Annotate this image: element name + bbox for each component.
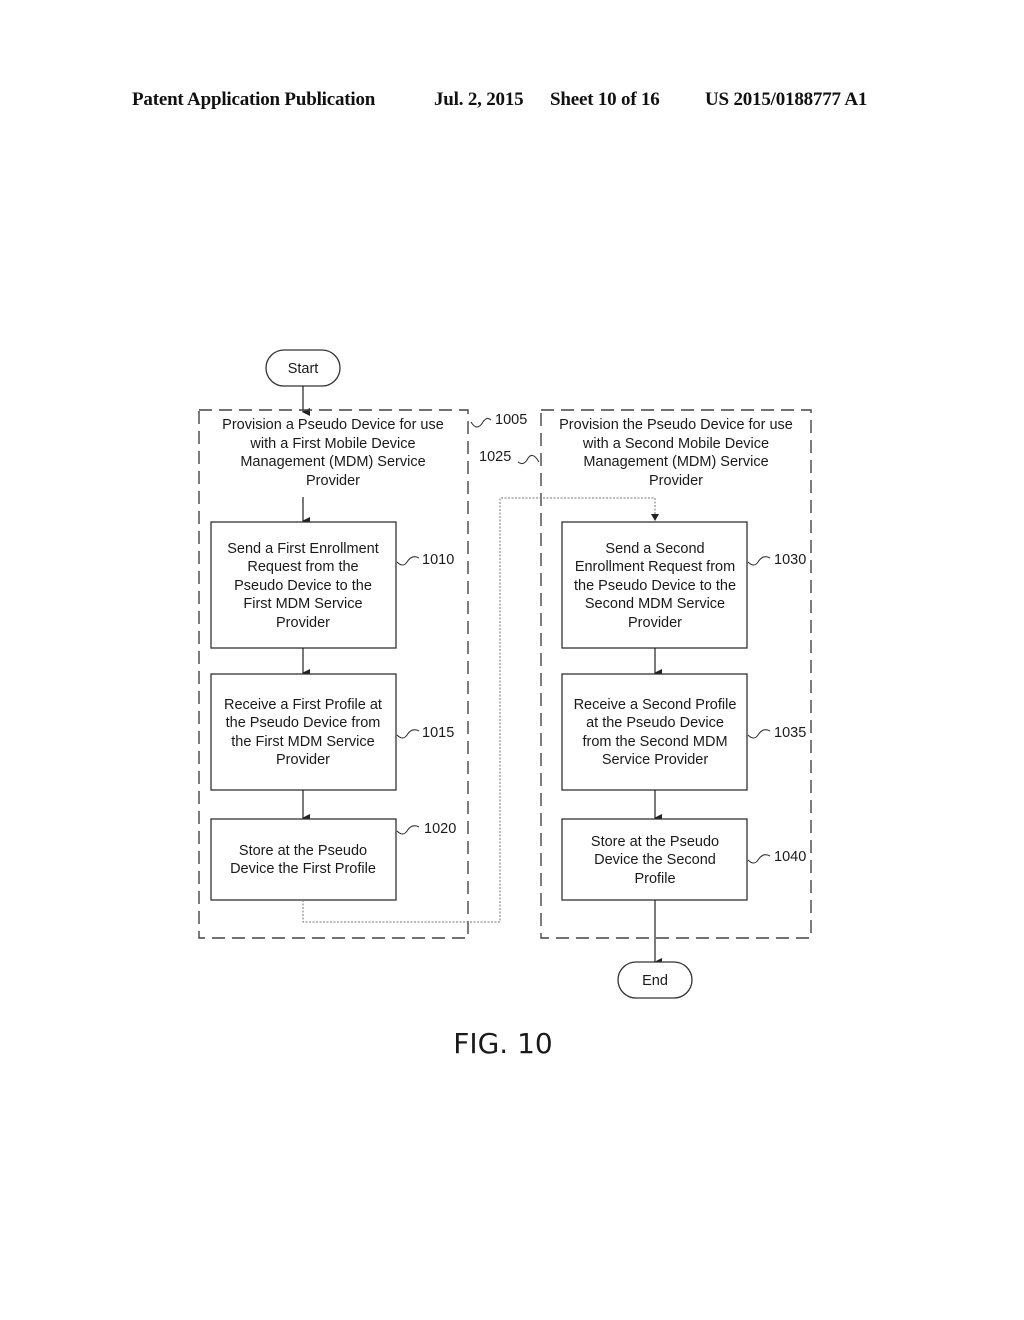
arrowhead-icon [651, 514, 659, 521]
svg-text:Profile: Profile [634, 871, 675, 887]
svg-text:Provider: Provider [306, 473, 360, 489]
svg-text:1020: 1020 [424, 821, 456, 837]
svg-text:Send a Second: Send a Second [605, 541, 704, 557]
svg-text:Pseudo Device to the: Pseudo Device to the [234, 578, 372, 594]
ref-1040: 1040 [747, 849, 806, 865]
svg-text:Provider: Provider [276, 752, 330, 768]
start-terminal: Start [265, 349, 341, 387]
flowchart: Start Provision a Pseudo Device for use … [198, 349, 812, 1060]
svg-text:Provision the Pseudo Device fo: Provision the Pseudo Device for use [559, 417, 793, 433]
ref-1015: 1015 [396, 725, 454, 741]
svg-text:1010: 1010 [422, 552, 454, 568]
end-terminal: End [617, 961, 693, 999]
svg-text:Provider: Provider [628, 615, 682, 631]
svg-text:the Pseudo Device from: the Pseudo Device from [226, 715, 381, 731]
svg-text:Management (MDM) Service: Management (MDM) Service [240, 454, 425, 470]
svg-text:1015: 1015 [422, 725, 454, 741]
svg-text:at the Pseudo Device: at the Pseudo Device [586, 715, 724, 731]
group-1005-title: Provision a Pseudo Device for use with a… [222, 417, 444, 489]
leader-squiggle-icon [396, 825, 420, 835]
ref-1025: 1025 [479, 449, 540, 465]
ref-1005: 1005 [470, 412, 527, 428]
svg-text:Send a First Enrollment: Send a First Enrollment [227, 541, 379, 557]
svg-text:Request from the: Request from the [247, 559, 358, 575]
ref-1030: 1030 [747, 552, 806, 568]
leader-squiggle-icon [396, 729, 420, 739]
step-1035: Receive a Second Profile at the Pseudo D… [561, 673, 748, 791]
svg-text:Device the Second: Device the Second [594, 852, 716, 868]
group-1025-title: Provision the Pseudo Device for use with… [559, 417, 793, 489]
svg-text:Receive a First Profile at: Receive a First Profile at [224, 697, 382, 713]
svg-text:Provider: Provider [276, 615, 330, 631]
svg-text:Service Provider: Service Provider [602, 752, 709, 768]
leader-squiggle-icon [470, 417, 492, 428]
leader-squiggle-icon [396, 556, 420, 566]
step-1040: Store at the Pseudo Device the Second Pr… [561, 818, 748, 901]
svg-text:1035: 1035 [774, 725, 806, 741]
svg-text:Device the First Profile: Device the First Profile [230, 861, 376, 877]
step-1020: Store at the Pseudo Device the First Pro… [210, 818, 397, 901]
leader-squiggle-icon [517, 454, 540, 465]
svg-text:with a First Mobile Device: with a First Mobile Device [249, 436, 415, 452]
figure-label: FIG. 10 [453, 1027, 553, 1060]
leader-squiggle-icon [747, 729, 771, 739]
svg-text:Receive a Second Profile: Receive a Second Profile [574, 697, 737, 713]
svg-text:Provision a Pseudo Device for: Provision a Pseudo Device for use [222, 417, 444, 433]
svg-text:1040: 1040 [774, 849, 806, 865]
svg-text:Provider: Provider [649, 473, 703, 489]
svg-text:Store at the Pseudo: Store at the Pseudo [239, 843, 367, 859]
step-1010: Send a First Enrollment Request from the… [210, 521, 397, 649]
svg-text:First MDM Service: First MDM Service [243, 596, 362, 612]
step-1030: Send a Second Enrollment Request from th… [561, 521, 748, 649]
svg-text:Second MDM Service: Second MDM Service [585, 596, 725, 612]
svg-text:1030: 1030 [774, 552, 806, 568]
svg-text:1025: 1025 [479, 449, 511, 465]
leader-squiggle-icon [747, 854, 771, 864]
svg-text:Enrollment Request from: Enrollment Request from [575, 559, 735, 575]
svg-text:from the Second MDM: from the Second MDM [582, 734, 727, 750]
step-1015: Receive a First Profile at the Pseudo De… [210, 673, 397, 791]
ref-1035: 1035 [747, 725, 806, 741]
start-label: Start [288, 361, 319, 377]
svg-text:the Pseudo Device to the: the Pseudo Device to the [574, 578, 736, 594]
svg-text:Store at the Pseudo: Store at the Pseudo [591, 834, 719, 850]
leader-squiggle-icon [747, 556, 771, 566]
end-label: End [642, 973, 668, 989]
ref-1020: 1020 [396, 821, 456, 837]
svg-text:the First MDM Service: the First MDM Service [231, 734, 374, 750]
svg-text:1005: 1005 [495, 412, 527, 428]
svg-text:with a Second Mobile Device: with a Second Mobile Device [582, 436, 769, 452]
svg-text:Management (MDM) Service: Management (MDM) Service [583, 454, 768, 470]
ref-1010: 1010 [396, 552, 454, 568]
